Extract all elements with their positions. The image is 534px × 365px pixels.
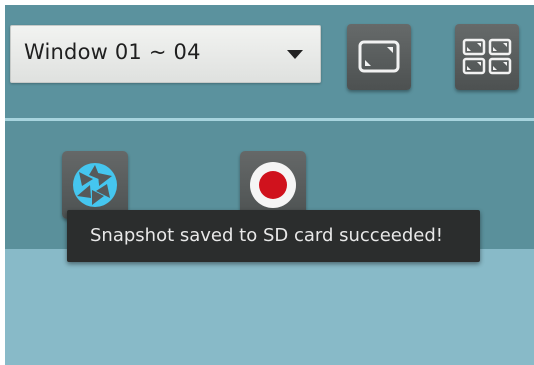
snapshot-toast: Snapshot saved to SD card succeeded! — [67, 210, 480, 262]
fullscreen-button[interactable] — [347, 24, 411, 90]
quad-view-button[interactable] — [455, 24, 519, 90]
chevron-down-icon — [287, 50, 303, 59]
snapshot-button[interactable] — [62, 151, 128, 219]
window-selector[interactable]: Window 01 ~ 04 — [10, 25, 321, 83]
camera-shutter-icon — [73, 163, 117, 207]
app-screen: Window 01 ~ 04 Snapshot saved to SD card… — [5, 5, 534, 365]
record-button[interactable] — [240, 151, 306, 219]
toast-message: Snapshot saved to SD card succeeded! — [90, 225, 443, 246]
record-icon — [250, 162, 296, 208]
quad-view-icon — [462, 38, 512, 75]
fullscreen-icon — [358, 40, 400, 73]
window-selector-label: Window 01 ~ 04 — [24, 40, 201, 64]
lower-panel — [5, 249, 534, 365]
